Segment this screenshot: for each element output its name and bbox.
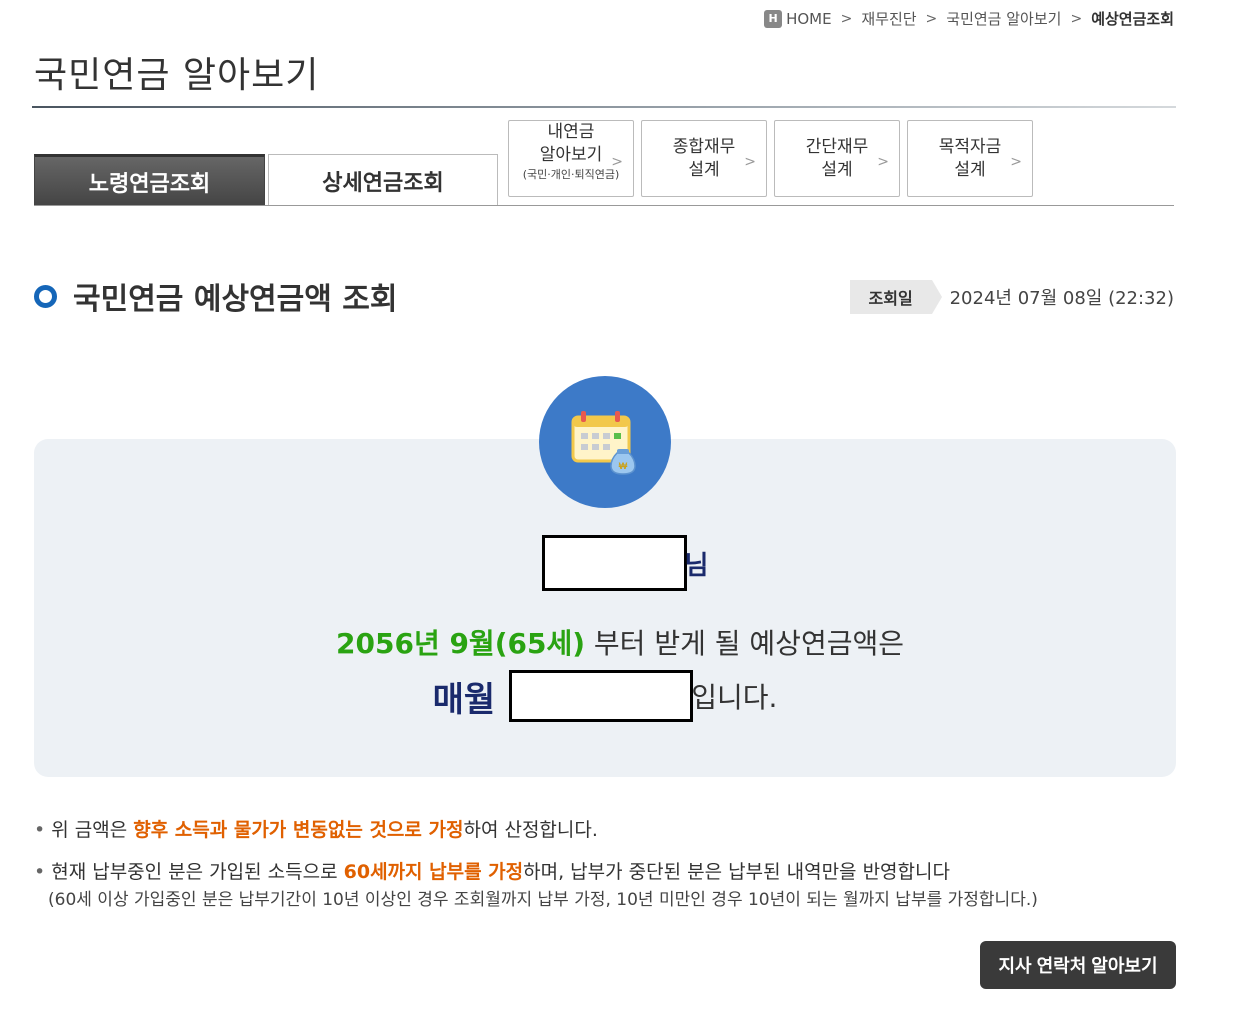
pension-start-date: 2056년 9월(65세) (336, 627, 586, 660)
notes: • 위 금액은 향후 소득과 물가가 변동없는 것으로 가정하여 산정합니다. … (34, 816, 1176, 912)
chevron-right-icon: > (611, 154, 623, 170)
tab-comprehensive-plan[interactable]: 종합재무 설계 > (641, 120, 767, 197)
tab-baseline (34, 205, 1174, 206)
tab-detailed-pension[interactable]: 상세연금조회 (268, 154, 498, 206)
monthly-label: 매월 (432, 679, 496, 720)
note-subtext: (60세 이상 가입중인 분은 납부기간이 10년 이상인 경우 조회월까지 납… (48, 890, 1038, 910)
tab-label: 내연금 (547, 121, 595, 142)
ring-bullet-icon (34, 284, 57, 308)
svg-text:₩: ₩ (619, 461, 628, 471)
name-honorific: 님 (684, 550, 709, 581)
branch-contact-button[interactable]: 지사 연락처 알아보기 (980, 941, 1176, 989)
tab-label: 목적자금 (938, 136, 1002, 157)
note-text-pre: 위 금액은 (51, 819, 134, 841)
chevron-right-icon: > (1070, 10, 1083, 27)
tab-label: 간단재무 (805, 136, 869, 157)
chevron-right-icon: > (1010, 154, 1022, 170)
inquiry-date-label: 조회일 (849, 280, 942, 314)
calendar-money-icon: ₩ (539, 376, 671, 508)
home-icon[interactable]: H (764, 9, 783, 28)
tab-label: 종합재무 (672, 136, 736, 157)
note-item: • 현재 납부중인 분은 가입된 소득으로 60세까지 납부를 가정하며, 납부… (34, 858, 1176, 886)
breadcrumb-item-diagnosis[interactable]: 재무진단 (861, 8, 916, 29)
note-text: 현재 납부중인 분은 가입된 소득으로 60세까지 납부를 가정하며, 납부가 … (51, 858, 950, 886)
note-item: • 위 금액은 향후 소득과 물가가 변동없는 것으로 가정하여 산정합니다. (34, 816, 1176, 844)
note-text-post: 하며, 납부가 중단된 분은 납부된 내역만을 반영합니다 (523, 861, 950, 883)
page-title: 국민연금 알아보기 (34, 55, 320, 96)
tab-label: 설계 (954, 159, 986, 180)
pension-start-text: 부터 받게 될 예상연금액은 (585, 627, 904, 660)
tab-label: 설계 (821, 159, 853, 180)
breadcrumb-item-pension[interactable]: 국민연금 알아보기 (946, 8, 1061, 29)
note-text: 위 금액은 향후 소득과 물가가 변동없는 것으로 가정하여 산정합니다. (51, 816, 598, 844)
redacted-name (541, 535, 687, 591)
note-text-post: 하여 산정합니다. (463, 819, 598, 841)
redacted-amount (509, 670, 694, 722)
note-highlight: 향후 소득과 물가가 변동없는 것으로 가정 (133, 819, 464, 841)
tab-purpose-fund[interactable]: 목적자금 설계 > (907, 120, 1033, 197)
chevron-right-icon: > (744, 154, 756, 170)
tab-my-pension[interactable]: 내연금 알아보기 (국민·개인·퇴직연금) > (508, 120, 634, 197)
tab-label: 알아보기 (539, 144, 603, 165)
chevron-right-icon: > (840, 10, 853, 27)
tab-note: (국민·개인·퇴직연금) (522, 167, 620, 181)
section-heading: 국민연금 예상연금액 조회 (34, 274, 398, 318)
title-divider (32, 106, 1176, 108)
pension-amount-line: 매월 입니다. (0, 670, 1240, 722)
amount-suffix: 입니다. (691, 681, 778, 714)
section-title: 국민연금 예상연금액 조회 (73, 282, 398, 317)
tab-old-age-pension[interactable]: 노령연금조회 (34, 154, 265, 206)
breadcrumb-current: 예상연금조회 (1091, 10, 1174, 28)
bullet-dot-icon: • (34, 861, 46, 883)
tab-label: 설계 (688, 159, 720, 180)
breadcrumb: H HOME > 재무진단 > 국민연금 알아보기 > 예상연금조회 (764, 8, 1174, 29)
inquiry-date-value: 2024년 07월 08일 (22:32) (949, 288, 1174, 309)
bullet-dot-icon: • (34, 819, 46, 841)
chevron-right-icon: > (877, 154, 889, 170)
recipient-name-line: 님 (0, 535, 1240, 591)
note-highlight: 60세까지 납부를 가정 (343, 861, 524, 883)
tab-bar: 노령연금조회 상세연금조회 내연금 알아보기 (국민·개인·퇴직연금) > 종합… (34, 118, 1174, 206)
tab-simple-plan[interactable]: 간단재무 설계 > (774, 120, 900, 197)
pension-start-line: 2056년 9월(65세) 부터 받게 될 예상연금액은 (0, 622, 1240, 662)
inquiry-date: 조회일 2024년 07월 08일 (22:32) (849, 280, 1174, 314)
chevron-right-icon: > (925, 10, 938, 27)
breadcrumb-home[interactable]: HOME (786, 10, 832, 28)
note-text-pre: 현재 납부중인 분은 가입된 소득으로 (51, 861, 344, 883)
